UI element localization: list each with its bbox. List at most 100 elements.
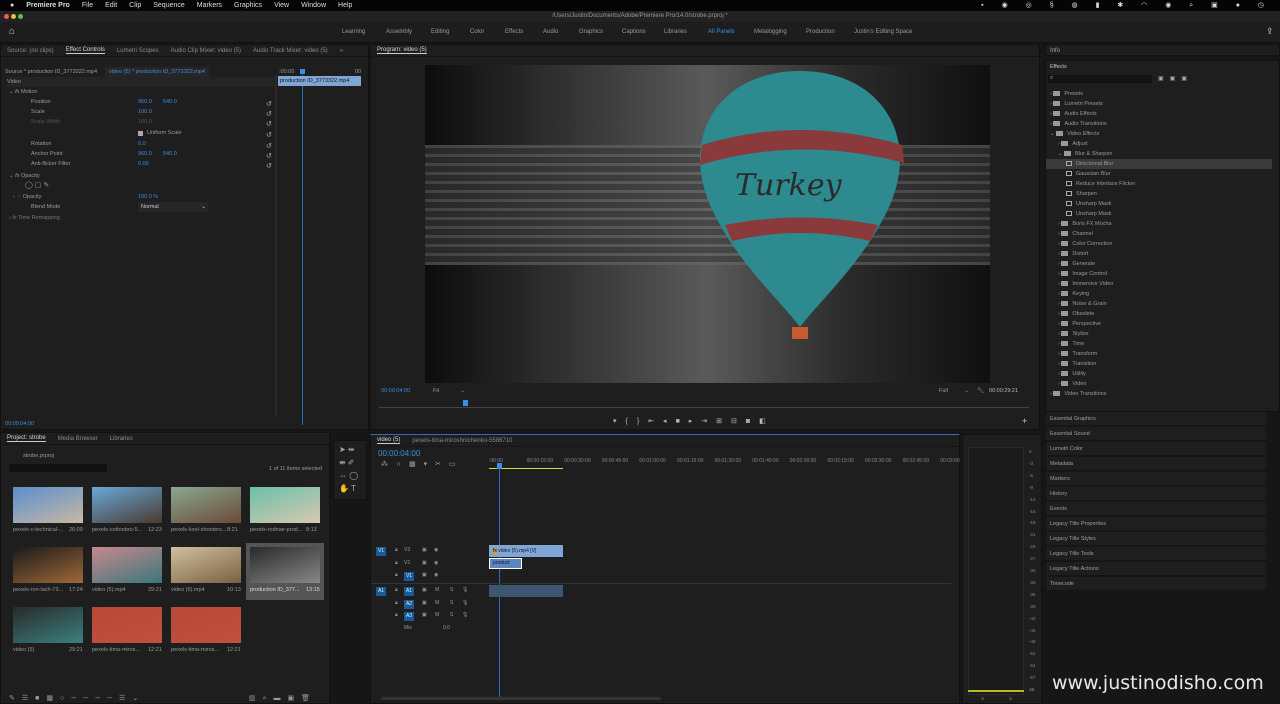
menu-clip[interactable]: Clip [129, 2, 141, 9]
add-button-icon[interactable]: + [1022, 416, 1027, 426]
effects-tree-item[interactable]: › Perspective [1046, 319, 1272, 329]
panel-list-item[interactable]: Legacy Title Properties [1046, 517, 1266, 531]
effects-tree-item[interactable]: › Transform [1046, 349, 1272, 359]
property-value[interactable]: 960.0 [138, 97, 152, 107]
mute-button[interactable]: M [435, 587, 439, 593]
info-title[interactable]: Info [1050, 48, 1060, 54]
apple-icon[interactable]: ● [10, 2, 14, 9]
tab-lumetri-scopes[interactable]: Lumetri Scopes [117, 48, 159, 54]
mic-icon[interactable]: 🎙︎ [462, 612, 468, 618]
tab-source[interactable]: Source: (no clips) [7, 48, 54, 54]
project-footer-actions[interactable]: ▥⌕▬▣🗑︎ [249, 694, 317, 704]
effects-tree-item[interactable]: › Video [1046, 379, 1272, 389]
property-value[interactable]: 0.0 [138, 139, 146, 149]
panel-list-item[interactable]: Essential Graphics [1046, 412, 1266, 426]
ec-clip-bar[interactable]: production ID_3773322.mp4 [278, 76, 361, 86]
reset-icon[interactable]: ↺ [266, 100, 272, 108]
menu-app[interactable]: Premiere Pro [26, 2, 70, 9]
mic-icon[interactable]: 🎙︎ [462, 587, 468, 593]
effects-tree-item[interactable]: › Generate [1046, 259, 1272, 269]
panel-list-item[interactable]: Markers [1046, 472, 1266, 486]
workspace-tab[interactable]: Color [470, 29, 484, 35]
program-scrubber[interactable] [379, 407, 1029, 408]
program-tab[interactable]: Program: video (5) [377, 47, 427, 54]
project-thumbnail[interactable] [13, 607, 83, 643]
effects-tree-item[interactable]: › Noise & Grain [1046, 299, 1272, 309]
track-divider[interactable] [371, 583, 951, 584]
effects-tree-item[interactable]: Unsharp Mask [1046, 199, 1272, 209]
solo-right[interactable]: S [1009, 696, 1012, 701]
workspace-tab[interactable]: Production [806, 29, 835, 35]
panel-list-item[interactable]: Metadata [1046, 457, 1266, 471]
effects-tree-item[interactable]: › Time [1046, 339, 1272, 349]
project-thumbnail[interactable] [171, 487, 241, 523]
reset-icon[interactable]: ↺ [266, 120, 272, 128]
effects-tree-item[interactable]: › Channel [1046, 229, 1272, 239]
tab-audio-clip-mixer[interactable]: Audio Clip Mixer: video (5) [171, 48, 241, 54]
workspace-tab[interactable]: Graphics [579, 29, 603, 35]
effects-filter-icons[interactable]: ▣▣▣ [1158, 75, 1193, 82]
reset-icon[interactable]: ↺ [266, 152, 272, 160]
property-value[interactable]: Uniform Scale [147, 128, 182, 138]
reset-icon[interactable]: ↺ [266, 142, 272, 150]
track-target[interactable]: A1 [404, 587, 414, 596]
effects-tree-item[interactable]: Directional Blur [1046, 159, 1272, 169]
property-value-2[interactable]: 540.0 [163, 149, 177, 159]
source-patch-v1[interactable]: V1 [376, 547, 386, 556]
effects-tree-item[interactable]: › Distort [1046, 249, 1272, 259]
reset-icon[interactable]: ↺ [266, 131, 272, 139]
sync-icon[interactable]: ▣ [422, 600, 427, 606]
menu-window[interactable]: Window [301, 2, 326, 9]
close-button[interactable] [4, 14, 9, 19]
sequence-clip-dropdown[interactable]: video (5) * production ID_3773322.mp4 [105, 67, 210, 77]
mix-value[interactable]: 0.0 [443, 625, 450, 631]
thumbnail-name[interactable]: pexels-tima-miros... [171, 647, 219, 653]
project-thumbnail[interactable] [13, 487, 83, 523]
project-thumbnail[interactable] [92, 547, 162, 583]
menu-file[interactable]: File [82, 2, 93, 9]
project-search-input[interactable] [9, 464, 107, 472]
fit-dropdown[interactable]: Fit ⌄ [433, 386, 465, 396]
ec-timecode[interactable]: 00:00:04:00 [5, 419, 34, 429]
mask-tools[interactable]: ◯ ▢ ✎ [25, 181, 49, 191]
clip-production[interactable]: product [489, 558, 522, 569]
tab-sequence-video5[interactable]: video (5) [377, 437, 401, 444]
property-value[interactable]: 100.0 [138, 117, 152, 127]
lock-icon[interactable]: 🔒︎ [395, 572, 398, 578]
solo-button[interactable]: S [450, 612, 453, 618]
project-thumbnail[interactable] [250, 547, 320, 583]
mute-button[interactable]: M [435, 612, 439, 618]
source-patch-a1[interactable]: A1 [376, 587, 386, 596]
effects-tree-item[interactable]: Sharpen [1046, 189, 1272, 199]
menu-graphics[interactable]: Graphics [234, 2, 262, 9]
property-value[interactable]: 0.00 [138, 159, 149, 169]
menu-view[interactable]: View [274, 2, 289, 9]
effects-tree-item[interactable]: › Video Transitions [1046, 389, 1272, 399]
sync-icon[interactable]: ▣ [422, 612, 427, 618]
program-timecode[interactable]: 00:00:04:00 [381, 386, 410, 396]
menu-sequence[interactable]: Sequence [153, 2, 185, 9]
blend-mode-select[interactable]: Normal ⌄ [138, 202, 208, 212]
share-icon[interactable]: ⇪ [1266, 26, 1274, 37]
panel-list-item[interactable]: Legacy Title Actions [1046, 562, 1266, 576]
track-target[interactable]: A2 [404, 599, 414, 609]
lock-icon[interactable]: 🔒︎ [395, 587, 398, 593]
track-target[interactable]: V2 [404, 560, 410, 566]
workspace-tab[interactable]: All Panels [708, 29, 735, 35]
thumbnail-name[interactable]: production ID_377... [250, 587, 300, 593]
panel-list-item[interactable]: Events [1046, 502, 1266, 516]
eye-icon[interactable]: ◉ [434, 547, 438, 553]
thumbnail-name[interactable]: pexels-ron-lach-73... [13, 587, 63, 593]
effects-tree-item[interactable]: Unsharp Mask [1046, 209, 1272, 219]
panel-list-item[interactable]: History [1046, 487, 1266, 501]
lock-icon[interactable]: 🔒︎ [395, 547, 398, 553]
effects-title[interactable]: Effects [1050, 62, 1067, 72]
property-value-2[interactable]: 540.0 [163, 97, 177, 107]
tab-media-browser[interactable]: Media Browser [58, 436, 98, 442]
effects-tree-item[interactable]: Reduce Interlace Flicker [1046, 179, 1272, 189]
tab-sequence-pexels[interactable]: pexels-tima-miroshnichenko-5586710 [412, 438, 512, 444]
effects-tree-item[interactable]: › Audio Effects [1046, 109, 1272, 119]
program-playhead[interactable] [463, 400, 468, 406]
menu-edit[interactable]: Edit [105, 2, 117, 9]
effects-tree-item[interactable]: › Keying [1046, 289, 1272, 299]
